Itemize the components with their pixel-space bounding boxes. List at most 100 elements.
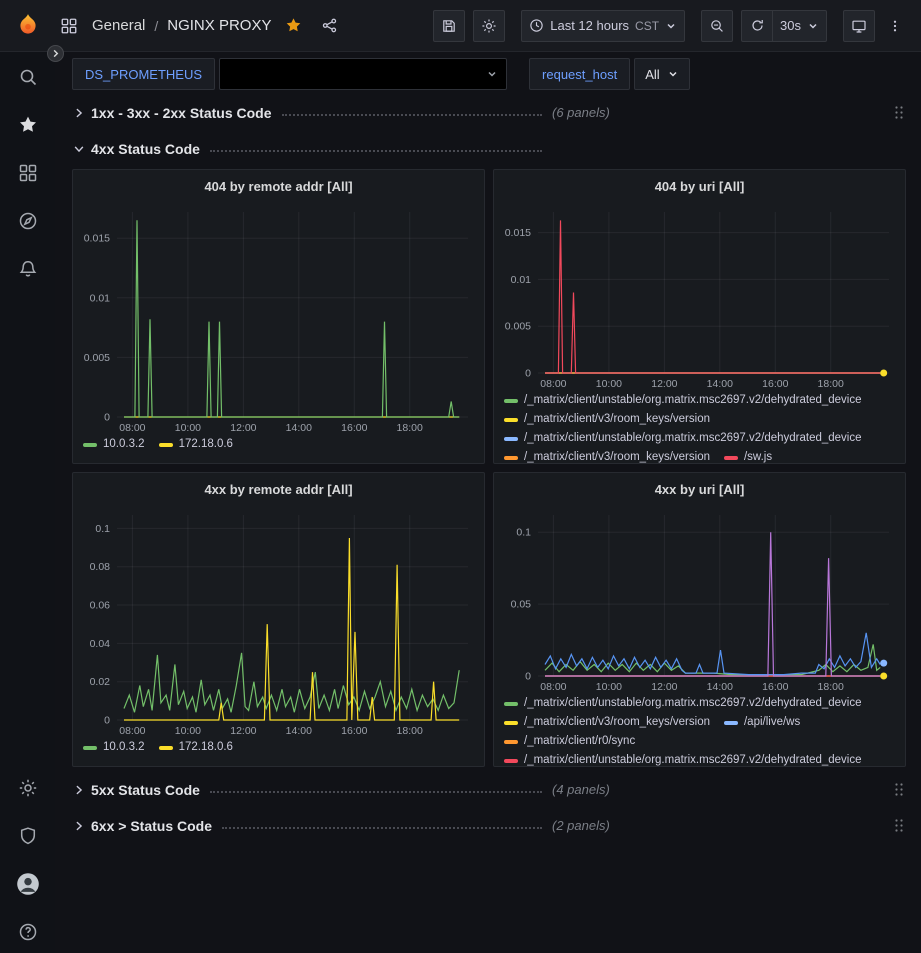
chart-legend: /_matrix/client/unstable/org.matrix.msc2…: [494, 693, 905, 766]
sidebar-expand-button[interactable]: [47, 45, 64, 62]
sidebar-item-dashboards[interactable]: [18, 162, 38, 184]
drag-handle-icon: [894, 105, 904, 120]
panel-title[interactable]: 404 by remote addr [All]: [73, 170, 484, 202]
legend-item[interactable]: 172.18.0.6: [159, 740, 233, 755]
refresh-icon: [750, 18, 765, 33]
dashboard-row-6xx[interactable]: 6xx > Status Code (2 panels): [72, 812, 906, 839]
legend-item[interactable]: /_matrix/client/v3/room_keys/version: [504, 412, 710, 427]
svg-text:0.05: 0.05: [511, 599, 532, 611]
dashboard-row-4xx[interactable]: 4xx Status Code: [72, 135, 906, 162]
time-range-picker[interactable]: Last 12 hours CST: [521, 10, 685, 42]
legend-marker: [724, 456, 738, 460]
legend-item[interactable]: /sw.js: [724, 450, 772, 463]
save-dashboard-button[interactable]: [433, 10, 465, 42]
svg-text:18:00: 18:00: [818, 681, 844, 693]
legend-item[interactable]: /_matrix/client/unstable/org.matrix.msc2…: [504, 753, 862, 766]
favorite-star-icon[interactable]: [280, 17, 307, 34]
dashboard-settings-button[interactable]: [473, 10, 505, 42]
request-host-variable-dropdown[interactable]: All: [634, 58, 689, 90]
panel-404-by-uri: 404 by uri [All] 00.0050.010.01508:0010:…: [493, 169, 906, 464]
zoom-out-button[interactable]: [701, 10, 733, 42]
chevron-down-icon: [667, 68, 679, 80]
legend-marker: [504, 437, 518, 441]
sidebar-item-explore[interactable]: [18, 210, 38, 232]
sidebar-item-alerting[interactable]: [18, 258, 38, 280]
svg-text:0.01: 0.01: [90, 292, 111, 304]
clock-icon: [529, 18, 544, 33]
chart-legend: /_matrix/client/unstable/org.matrix.msc2…: [494, 390, 905, 463]
svg-text:18:00: 18:00: [818, 378, 844, 390]
settings-icon: [481, 18, 497, 34]
legend-item[interactable]: /_matrix/client/unstable/org.matrix.msc2…: [504, 696, 862, 711]
legend-item[interactable]: 172.18.0.6: [159, 437, 233, 452]
sidebar-item-settings[interactable]: [18, 777, 38, 799]
sidebar-item-search[interactable]: [18, 66, 38, 88]
legend-marker: [159, 443, 173, 447]
zoom-out-icon: [709, 18, 725, 34]
kebab-menu-button[interactable]: [883, 17, 907, 35]
datasource-variable-label[interactable]: DS_PROMETHEUS: [72, 58, 215, 90]
legend-item[interactable]: /_matrix/client/v3/room_keys/version: [504, 450, 710, 463]
time-series-chart[interactable]: 00.0050.010.01508:0010:0012:0014:0016:00…: [500, 202, 899, 390]
row-drag-handle[interactable]: [894, 782, 904, 797]
row-title: 4xx Status Code: [91, 141, 200, 157]
row-title: 1xx - 3xx - 2xx Status Code: [91, 105, 272, 121]
tv-mode-button[interactable]: [843, 10, 875, 42]
refresh-button[interactable]: [741, 10, 773, 42]
svg-text:12:00: 12:00: [230, 422, 256, 434]
legend-label: /_matrix/client/v3/room_keys/version: [524, 715, 710, 730]
grafana-logo[interactable]: [0, 12, 55, 40]
legend-item[interactable]: /_matrix/client/unstable/org.matrix.msc2…: [504, 393, 862, 408]
svg-text:10:00: 10:00: [175, 725, 201, 737]
row-drag-handle[interactable]: [894, 818, 904, 833]
panel-404-by-remote-addr: 404 by remote addr [All] 00.0050.010.015…: [72, 169, 485, 464]
svg-text:08:00: 08:00: [119, 422, 145, 434]
time-series-chart[interactable]: 00.020.040.060.080.108:0010:0012:0014:00…: [79, 505, 478, 737]
top-navbar: General / NGINX PROXY Last 12 hours CS: [0, 0, 921, 52]
share-icon[interactable]: [316, 17, 343, 34]
panel-title[interactable]: 4xx by remote addr [All]: [73, 473, 484, 505]
starred-icon: [18, 115, 38, 135]
sidebar-item-profile[interactable]: [16, 873, 40, 895]
apps-icon[interactable]: [55, 17, 83, 35]
sidebar-item-server-admin[interactable]: [18, 825, 38, 847]
svg-text:0: 0: [525, 368, 531, 380]
explore-icon: [18, 211, 38, 231]
legend-label: 10.0.3.2: [103, 437, 145, 452]
panel-4xx-by-remote-addr: 4xx by remote addr [All] 00.020.040.060.…: [72, 472, 485, 767]
dashboard-title[interactable]: NGINX PROXY: [167, 17, 271, 34]
legend-item[interactable]: 10.0.3.2: [83, 740, 145, 755]
legend-label: /_matrix/client/v3/room_keys/version: [524, 450, 710, 463]
svg-text:0.1: 0.1: [95, 523, 110, 535]
row-drag-handle[interactable]: [894, 105, 904, 120]
legend-item[interactable]: /_matrix/client/unstable/org.matrix.msc2…: [504, 431, 862, 446]
legend-item[interactable]: /api/live/ws: [724, 715, 800, 730]
panel-title[interactable]: 404 by uri [All]: [494, 170, 905, 202]
sidebar-expand-icon: [51, 49, 60, 58]
legend-item[interactable]: /_matrix/client/v3/room_keys/version: [504, 715, 710, 730]
svg-text:16:00: 16:00: [341, 725, 367, 737]
time-series-chart[interactable]: 00.0050.010.01508:0010:0012:0014:0016:00…: [79, 202, 478, 434]
panel-title[interactable]: 4xx by uri [All]: [494, 473, 905, 505]
row-title: 5xx Status Code: [91, 782, 200, 798]
refresh-interval-dropdown[interactable]: 30s: [773, 10, 827, 42]
grafana-logo-icon: [14, 12, 42, 40]
svg-text:14:00: 14:00: [286, 422, 312, 434]
svg-text:0.02: 0.02: [90, 676, 111, 688]
legend-marker: [504, 721, 518, 725]
sidebar-item-starred[interactable]: [18, 114, 38, 136]
dashboard-row-1xx-3xx-2xx[interactable]: 1xx - 3xx - 2xx Status Code (6 panels): [72, 99, 906, 126]
sidebar-item-help[interactable]: [18, 921, 38, 943]
request-host-variable-label[interactable]: request_host: [529, 58, 630, 90]
svg-text:0.015: 0.015: [84, 233, 110, 245]
datasource-variable-dropdown[interactable]: [219, 58, 507, 90]
svg-text:0.08: 0.08: [90, 561, 111, 573]
breadcrumb-section[interactable]: General: [92, 17, 145, 34]
time-series-chart[interactable]: 00.050.108:0010:0012:0014:0016:0018:00: [500, 505, 899, 693]
legend-item[interactable]: /_matrix/client/r0/sync: [504, 734, 635, 749]
legend-item[interactable]: 10.0.3.2: [83, 437, 145, 452]
dashboard-row-5xx[interactable]: 5xx Status Code (4 panels): [72, 776, 906, 803]
svg-text:14:00: 14:00: [286, 725, 312, 737]
legend-marker: [724, 721, 738, 725]
dashboard-canvas: DS_PROMETHEUS request_host All 1xx - 3xx…: [55, 52, 921, 953]
